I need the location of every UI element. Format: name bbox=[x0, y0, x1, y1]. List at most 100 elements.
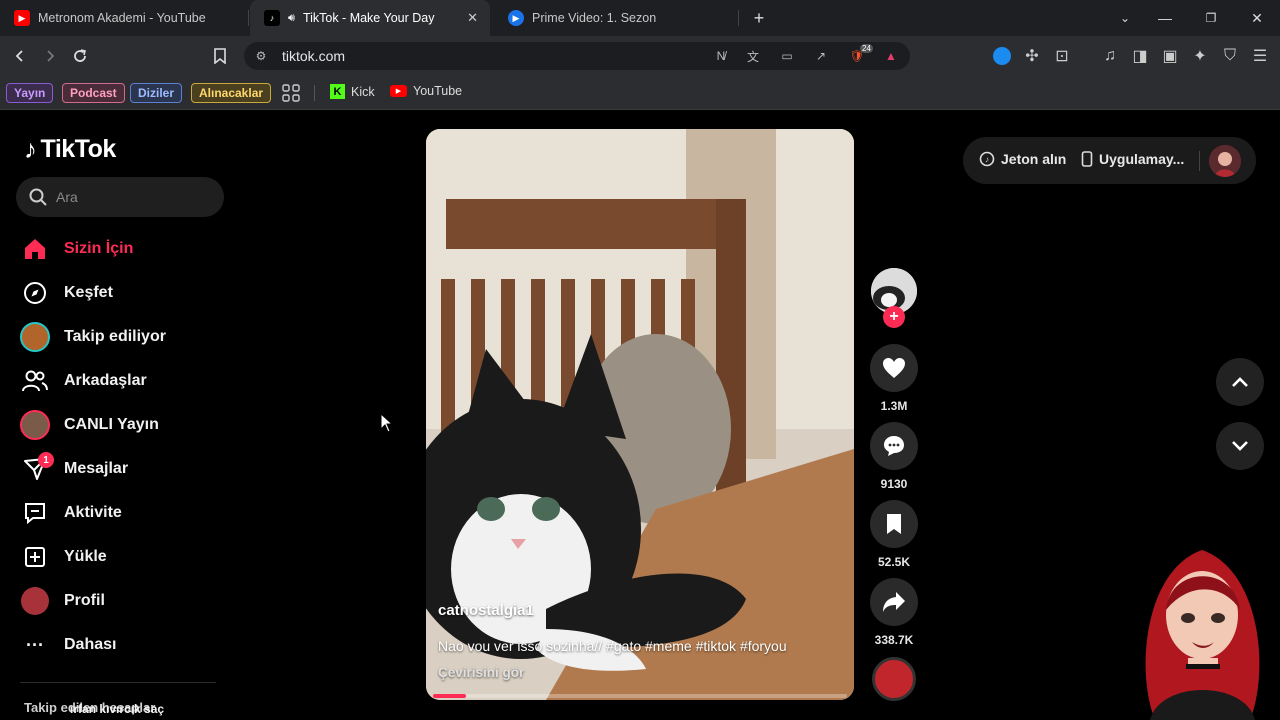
vpn-icon[interactable]: ⛉ bbox=[1218, 44, 1242, 68]
close-tab-icon[interactable]: ✕ bbox=[467, 10, 478, 26]
apps-grid-icon[interactable] bbox=[282, 84, 300, 102]
shazam-extension-icon[interactable] bbox=[990, 44, 1014, 68]
tiktok-favicon-icon: ♪ bbox=[264, 10, 280, 26]
cast-icon[interactable]: ▭ bbox=[778, 47, 796, 65]
bookmark-folder-alinacaklar[interactable]: Alınacaklar bbox=[191, 83, 272, 103]
get-coins-label: Jeton alın bbox=[1001, 151, 1067, 167]
sidebar-toggle-icon[interactable]: ◨ bbox=[1128, 44, 1152, 68]
screenshot-icon[interactable]: ⊡ bbox=[1050, 44, 1074, 68]
nav-messages[interactable]: 1 Mesajlar bbox=[20, 451, 128, 487]
nav-friends[interactable]: Arkadaşlar bbox=[20, 363, 147, 399]
bookmark-icon[interactable] bbox=[208, 44, 232, 68]
tab-prime-video[interactable]: ▶ Prime Video: 1. Sezon bbox=[494, 0, 738, 36]
chevron-down-icon bbox=[1232, 441, 1248, 451]
nav-activity[interactable]: Aktivite bbox=[20, 495, 122, 531]
url-text[interactable]: tiktok.com bbox=[282, 48, 345, 64]
get-coins-button[interactable]: ♪ Jeton alın bbox=[979, 151, 1066, 167]
messages-icon: 1 bbox=[20, 452, 54, 484]
youtube-favicon-icon: ▶ bbox=[14, 10, 30, 26]
heart-icon bbox=[883, 358, 905, 378]
shield-count-badge: 24 bbox=[860, 44, 873, 53]
translate-icon[interactable]: 文 bbox=[744, 47, 762, 65]
new-tab-button[interactable]: + bbox=[736, 0, 782, 36]
logo-text: TikTok bbox=[40, 135, 117, 163]
coin-icon: ♪ bbox=[979, 151, 995, 167]
share-icon[interactable]: ↗ bbox=[812, 47, 830, 65]
brave-rewards-icon[interactable]: ▲ bbox=[882, 47, 900, 65]
minimize-button[interactable]: — bbox=[1142, 0, 1188, 36]
bookmark-youtube[interactable]: ▶ YouTube bbox=[390, 84, 462, 98]
save-count: 52.5K bbox=[877, 555, 911, 569]
tab-divider bbox=[248, 10, 249, 26]
bookmark-folder-yayin[interactable]: Yayın bbox=[6, 83, 54, 103]
share-button[interactable] bbox=[870, 578, 918, 626]
top-actions-divider bbox=[1199, 151, 1200, 171]
nav-live[interactable]: CANLI Yayın bbox=[20, 407, 159, 443]
close-window-button[interactable]: ✕ bbox=[1234, 0, 1280, 36]
bookmark-label: YouTube bbox=[413, 84, 463, 98]
video-progress-fill bbox=[433, 694, 467, 698]
no-media-icon[interactable]: N̸ bbox=[712, 47, 730, 65]
next-video-button[interactable] bbox=[1216, 422, 1264, 470]
nav-label: Profil bbox=[64, 592, 105, 609]
get-app-button[interactable]: Uygulamay... bbox=[1081, 151, 1184, 167]
tab-youtube[interactable]: ▶ Metronom Akademi - YouTube bbox=[0, 0, 248, 36]
tiktok-note-icon: ♪ bbox=[24, 134, 37, 164]
friends-icon bbox=[20, 366, 50, 396]
search-input[interactable]: Ara bbox=[16, 177, 224, 217]
nav-label: Arkadaşlar bbox=[64, 372, 147, 389]
forward-button[interactable] bbox=[38, 44, 62, 68]
tab-title: TikTok - Make Your Day bbox=[302, 11, 435, 25]
like-button[interactable] bbox=[870, 344, 918, 392]
bookmarks-divider bbox=[314, 85, 315, 101]
stream-overlay-text: ırfan kıvırcık saç bbox=[70, 702, 165, 716]
user-avatar[interactable] bbox=[1209, 145, 1241, 177]
streamer-cartoon-avatar bbox=[1145, 550, 1260, 720]
wallet-icon[interactable]: ▣ bbox=[1158, 44, 1182, 68]
nav-label: Sizin İçin bbox=[64, 240, 134, 257]
nav-label: Mesajlar bbox=[64, 460, 129, 477]
video-caption: Nao vou ver isso sozinha// #gato #meme #… bbox=[438, 638, 787, 654]
nav-for-you[interactable]: Sizin İçin bbox=[20, 231, 133, 267]
follow-button[interactable]: + bbox=[883, 306, 905, 328]
address-bar[interactable]: ⚙︎ tiktok.com N̸ 文 ▭ ↗ 🛡︎ 24 ▲ bbox=[244, 42, 910, 70]
nav-following[interactable]: Takip ediliyor bbox=[20, 319, 166, 355]
extensions-icon[interactable]: ✣ bbox=[1020, 44, 1044, 68]
back-button[interactable] bbox=[8, 44, 32, 68]
bookmark-kick[interactable]: K Kick bbox=[330, 84, 375, 99]
restore-button[interactable]: ❐ bbox=[1188, 0, 1234, 36]
nav-more[interactable]: ··· Dahası bbox=[20, 627, 116, 663]
leo-ai-icon[interactable]: ✦ bbox=[1188, 44, 1212, 68]
comment-count: 9130 bbox=[880, 477, 908, 491]
see-translation-link[interactable]: Çevirisini gör bbox=[438, 665, 524, 680]
tiktok-page: ♪ TikTok Ara Sizin İçin Keşfet Takip edi… bbox=[0, 112, 1280, 720]
save-button[interactable] bbox=[870, 500, 918, 548]
speaker-icon[interactable]: 🔊︎ bbox=[288, 12, 295, 25]
bookmarks-bar: Yayın Podcast Diziler Alınacaklar K Kick… bbox=[0, 76, 1280, 110]
share-count: 338.7K bbox=[874, 633, 914, 647]
bookmark-save-icon bbox=[887, 514, 901, 534]
comment-button[interactable] bbox=[870, 422, 918, 470]
search-icon bbox=[29, 188, 47, 206]
tiktok-logo[interactable]: ♪ TikTok bbox=[24, 134, 116, 165]
home-icon bbox=[20, 234, 50, 264]
reload-button[interactable] bbox=[68, 44, 92, 68]
compass-icon bbox=[20, 278, 50, 308]
menu-icon[interactable]: ☰ bbox=[1248, 44, 1272, 68]
tab-tiktok[interactable]: ♪ 🔊︎ TikTok - Make Your Day ✕ bbox=[250, 0, 490, 36]
nav-explore[interactable]: Keşfet bbox=[20, 275, 113, 311]
media-icon[interactable]: ♫ bbox=[1098, 44, 1122, 68]
share-arrow-icon bbox=[883, 592, 905, 612]
nav-profile[interactable]: Profil bbox=[20, 583, 105, 619]
video-username[interactable]: catnostalgia1 bbox=[438, 602, 534, 619]
nav-upload[interactable]: Yükle bbox=[20, 539, 107, 575]
music-disc-icon[interactable] bbox=[872, 657, 916, 701]
bookmark-folder-diziler[interactable]: Diziler bbox=[130, 83, 183, 103]
tab-bar: ▶ Metronom Akademi - YouTube ♪ 🔊︎ TikTok… bbox=[0, 0, 1280, 36]
video-progress-bar[interactable] bbox=[433, 694, 847, 698]
kick-icon: K bbox=[330, 84, 345, 99]
previous-video-button[interactable] bbox=[1216, 358, 1264, 406]
site-settings-icon[interactable]: ⚙︎ bbox=[252, 47, 270, 65]
following-avatar-icon bbox=[20, 322, 50, 352]
bookmark-folder-podcast[interactable]: Podcast bbox=[62, 83, 125, 103]
